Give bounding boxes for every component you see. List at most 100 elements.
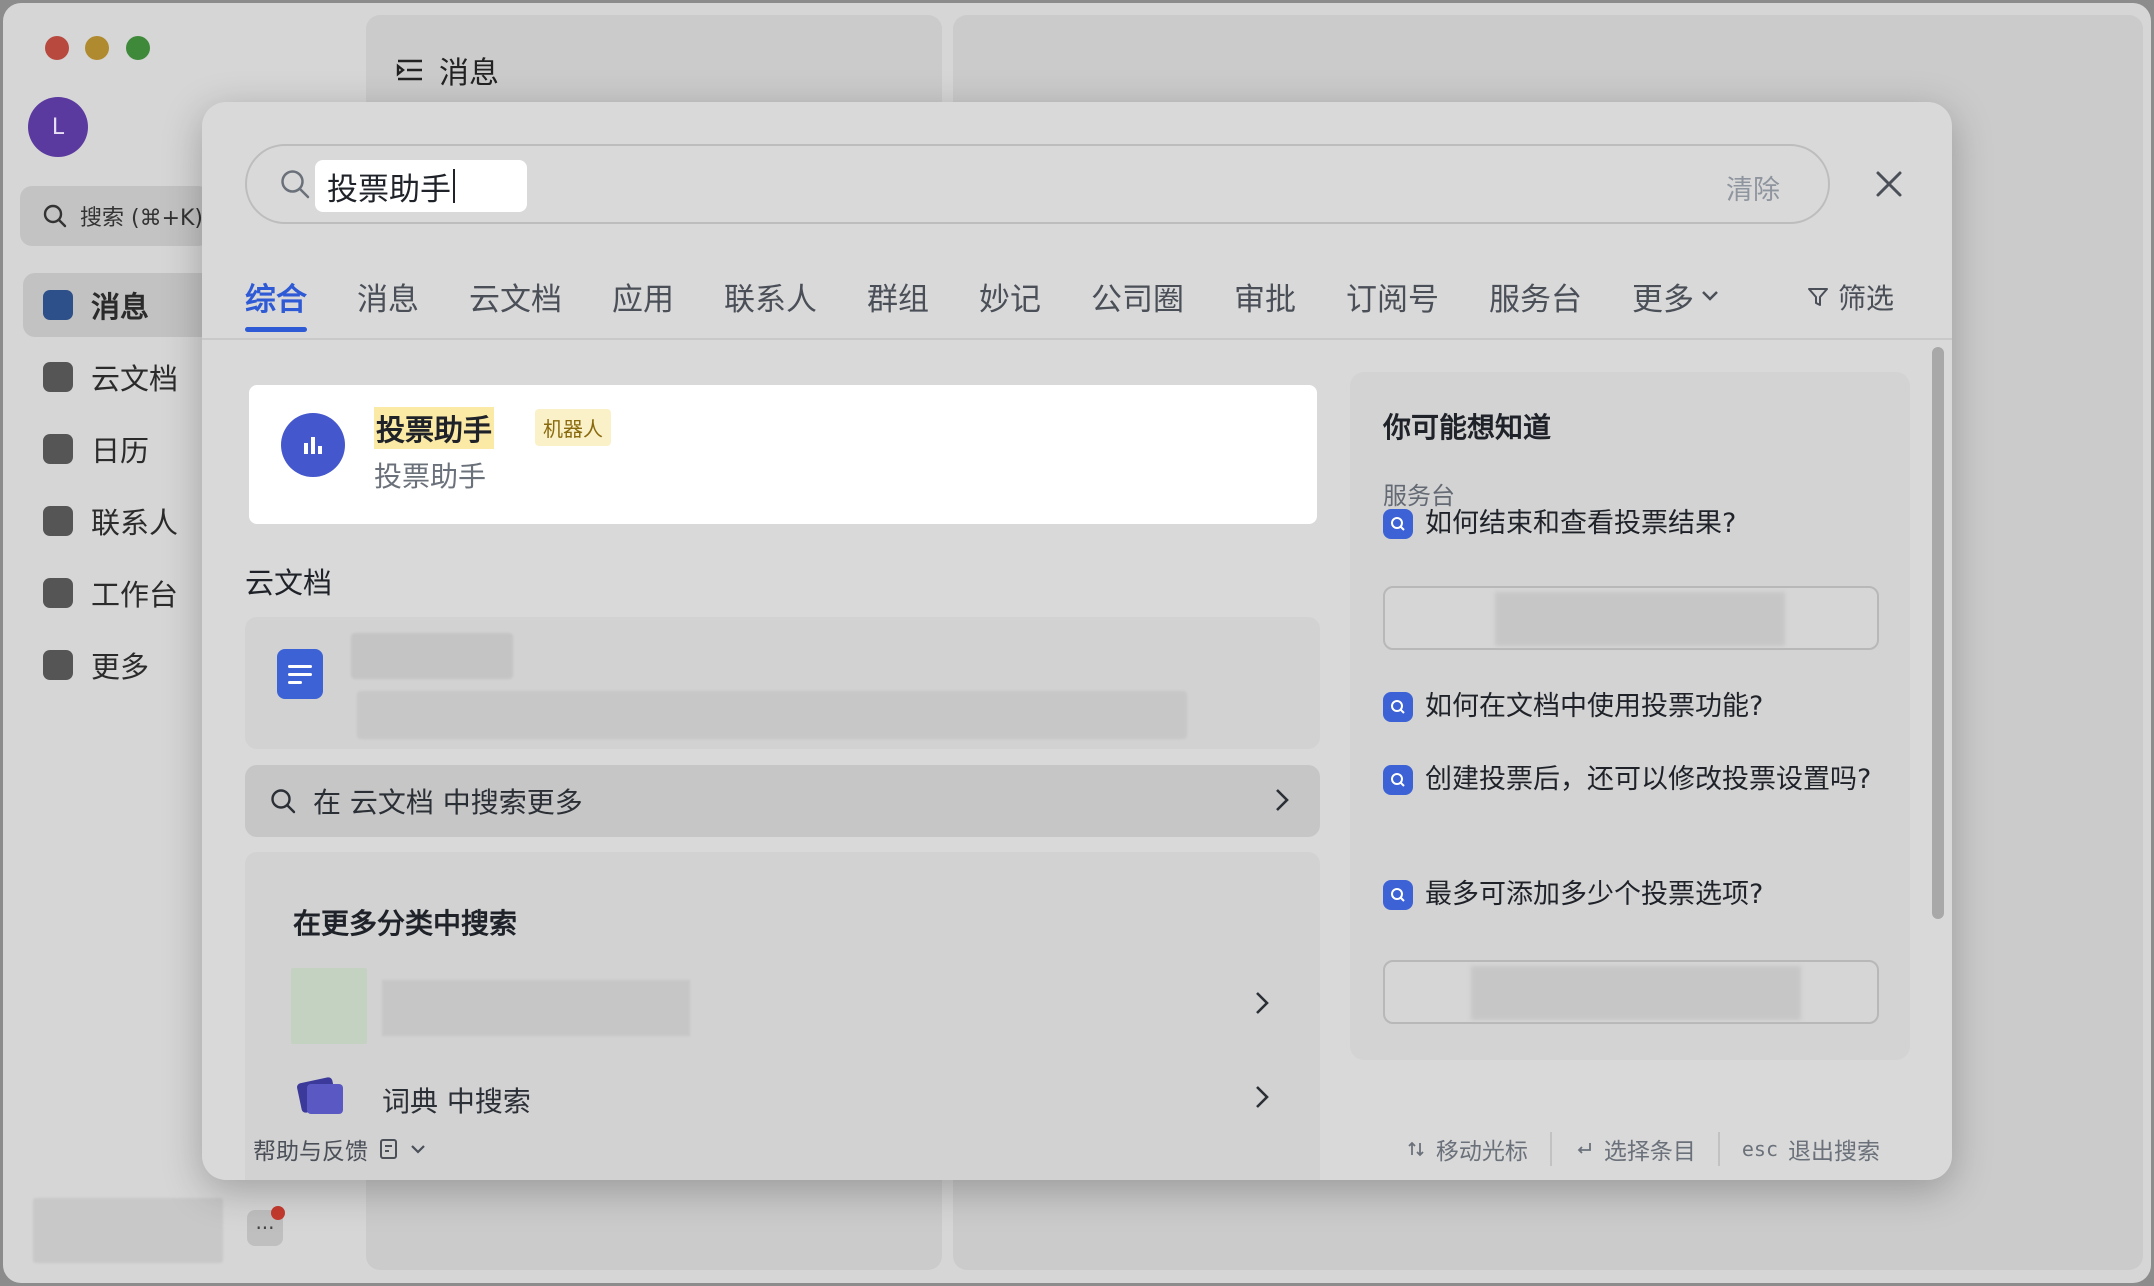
faq-answer-preview[interactable]: [1383, 960, 1879, 1024]
faq-question-text: 创建投票后，还可以修改投票设置吗?: [1425, 764, 1872, 795]
tab-minutes[interactable]: 妙记: [979, 262, 1041, 330]
search-icon: [43, 204, 67, 228]
tab-all[interactable]: 综合: [245, 262, 307, 332]
dictionary-search-label[interactable]: 词典 中搜索: [382, 1080, 531, 1120]
search-icon: [271, 789, 296, 814]
faq-panel: 你可能想知道 服务台 如何结束和查看投票结果? 如何在文档中使用投票功能? 创建…: [1350, 372, 1910, 1060]
more-apps-icon: [43, 650, 73, 680]
hint-select-item: 选择条目: [1549, 1132, 1718, 1166]
avatar[interactable]: L: [28, 97, 88, 157]
sidebar-item-contacts[interactable]: 联系人: [23, 489, 213, 553]
docs-icon: [43, 362, 73, 392]
question-search-icon: [1383, 692, 1413, 722]
sidebar-item-workplace[interactable]: 工作台: [23, 561, 213, 625]
tab-more-label: 更多: [1632, 281, 1694, 318]
message-icon: [43, 290, 73, 320]
category-label-blurred[interactable]: [382, 980, 690, 1036]
search-more-in-docs-button[interactable]: 在 云文档 中搜索更多: [245, 765, 1320, 837]
sidebar-item-label: 云文档: [91, 362, 179, 396]
sidebar-item-label: 联系人: [91, 506, 179, 540]
notification-dot: [271, 1206, 285, 1220]
question-search-icon: [1383, 880, 1413, 910]
bar-chart-icon: [304, 437, 322, 454]
window-zoom-button[interactable]: [126, 36, 150, 60]
search-icon: [281, 170, 310, 199]
category-thumbnail: [291, 968, 367, 1044]
tab-groups[interactable]: 群组: [867, 262, 929, 330]
tab-contacts[interactable]: 联系人: [724, 262, 817, 330]
feedback-icon: [380, 1139, 397, 1159]
scrollbar[interactable]: [1932, 347, 1944, 919]
tab-divider: [202, 338, 1952, 340]
help-feedback-button[interactable]: 帮助与反馈: [253, 1132, 426, 1166]
more-categories-panel: 在更多分类中搜索 词典 中搜索: [245, 852, 1320, 1180]
sidebar-item-label: 工作台: [91, 578, 179, 612]
esc-key-label: esc: [1741, 1137, 1778, 1161]
chevron-down-icon: [1702, 291, 1718, 301]
faq-question-text: 最多可添加多少个投票选项?: [1425, 879, 1764, 910]
help-feedback-label: 帮助与反馈: [253, 1139, 368, 1165]
faq-question[interactable]: 如何结束和查看投票结果?: [1383, 502, 1883, 546]
chevron-down-icon: [411, 1145, 425, 1154]
doc-title-blurred: [351, 633, 513, 679]
chevron-right-icon: [1276, 789, 1289, 811]
search-bar[interactable]: 投票助手 清除: [245, 144, 1830, 224]
hint-exit-search: esc 退出搜索: [1717, 1132, 1902, 1166]
question-search-icon: [1383, 765, 1413, 795]
faq-answer-preview[interactable]: [1383, 586, 1879, 650]
result-title: 投票助手: [374, 407, 495, 449]
bot-badge: 机器人: [535, 409, 611, 446]
close-button[interactable]: [1867, 162, 1911, 206]
tab-docs[interactable]: 云文档: [469, 262, 562, 330]
sidebar-item-label: 消息: [91, 290, 150, 324]
question-search-icon: [1383, 509, 1413, 539]
chat-list-header: 消息: [395, 48, 499, 92]
hint-label: 移动光标: [1435, 1139, 1528, 1165]
tab-apps[interactable]: 应用: [612, 262, 674, 330]
chevron-right-icon[interactable]: [1252, 988, 1272, 1018]
sidebar-item-calendar[interactable]: 日历: [23, 417, 213, 481]
hint-move-cursor: 移动光标: [1384, 1132, 1550, 1166]
sidebar-item-docs[interactable]: 云文档: [23, 345, 213, 409]
list-collapse-icon[interactable]: [395, 57, 425, 83]
search-query-text: 投票助手: [327, 171, 451, 208]
result-subtitle: 投票助手: [374, 460, 487, 493]
up-down-arrows-icon: [1408, 1141, 1424, 1157]
enter-key-icon: [1577, 1143, 1591, 1154]
faq-question[interactable]: 最多可添加多少个投票选项?: [1383, 873, 1883, 917]
workplace-icon: [43, 578, 73, 608]
filter-label: 筛选: [1838, 282, 1895, 315]
sidebar-search[interactable]: 搜索 (⌘+K): [20, 186, 210, 246]
window-minimize-button[interactable]: [85, 36, 109, 60]
window-close-button[interactable]: [45, 36, 69, 60]
tab-moments[interactable]: 公司圈: [1091, 262, 1184, 330]
search-input[interactable]: 投票助手: [315, 160, 527, 212]
clear-button[interactable]: 清除: [1726, 168, 1780, 207]
contacts-icon: [43, 506, 73, 536]
tab-messages[interactable]: 消息: [357, 262, 419, 330]
search-tabs: 综合 消息 云文档 应用 联系人 群组 妙记 公司圈 审批 订阅号 服务台 更多: [245, 262, 1770, 342]
categories-title: 在更多分类中搜索: [293, 907, 518, 940]
document-icon: [277, 649, 323, 699]
hint-label: 退出搜索: [1788, 1139, 1880, 1165]
calendar-icon: [43, 434, 73, 464]
sidebar-profile-blurred: [33, 1198, 223, 1263]
tab-approval[interactable]: 审批: [1234, 262, 1296, 330]
faq-title: 你可能想知道: [1383, 411, 1552, 444]
search-more-label: 在 云文档 中搜索更多: [313, 786, 583, 819]
chevron-right-icon[interactable]: [1252, 1082, 1272, 1112]
sidebar-item-more[interactable]: 更多: [23, 633, 213, 697]
search-modal: 投票助手 清除 综合 消息 云文档 应用 联系人 群组 妙记 公司圈 审批 订阅…: [202, 102, 1952, 1180]
tab-helpdesk[interactable]: 服务台: [1489, 262, 1582, 330]
faq-question[interactable]: 如何在文档中使用投票功能?: [1383, 685, 1883, 729]
faq-question[interactable]: 创建投票后，还可以修改投票设置吗?: [1383, 758, 1883, 802]
sidebar-search-label: 搜索 (⌘+K): [80, 206, 204, 231]
doc-result-card[interactable]: [245, 617, 1320, 749]
tab-more[interactable]: 更多: [1632, 262, 1720, 330]
doc-snippet-blurred: [357, 691, 1187, 739]
filter-button[interactable]: 筛选: [1806, 277, 1894, 317]
tab-subscriptions[interactable]: 订阅号: [1346, 262, 1439, 330]
faq-question-text: 如何在文档中使用投票功能?: [1425, 691, 1764, 722]
sidebar-item-messages[interactable]: 消息: [23, 273, 213, 337]
top-result-card[interactable]: 投票助手 机器人 投票助手: [249, 385, 1317, 524]
